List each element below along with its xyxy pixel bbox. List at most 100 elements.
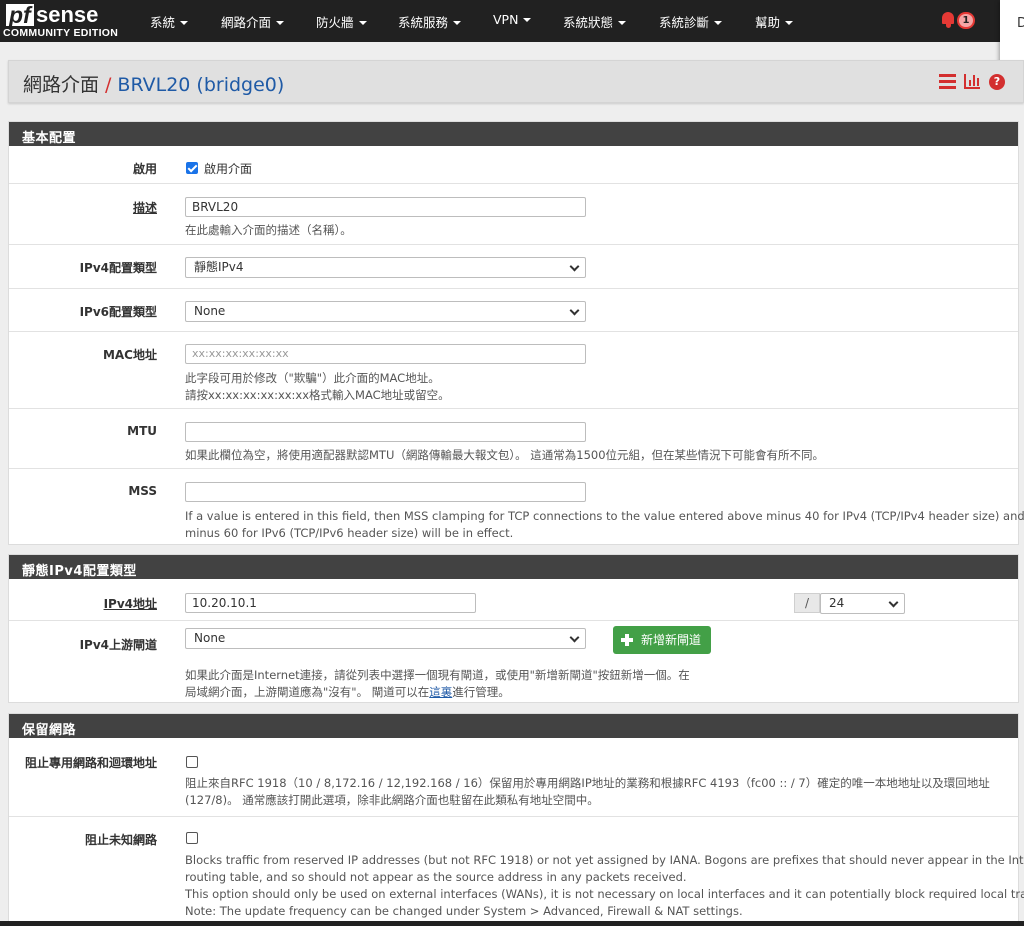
nav-label: VPN: [493, 12, 519, 27]
notifications-button[interactable]: 1: [940, 11, 976, 31]
row-ipv6-type: IPv6配置類型 None: [9, 288, 1018, 331]
nav-menu-diagnostics[interactable]: 系統診斷: [659, 12, 723, 31]
description-input[interactable]: BRVL20: [185, 197, 586, 217]
bell-clapper: [946, 24, 951, 28]
gateway-select[interactable]: None: [185, 628, 586, 649]
block-bogon-help: This option should only be used on exter…: [185, 887, 1024, 901]
nav-label: 系統狀態: [563, 15, 614, 30]
chevron-down-icon: [888, 597, 899, 608]
caret-down-icon: [714, 21, 723, 25]
nav-menu-status[interactable]: 系統狀態: [563, 12, 627, 31]
logo-sense: sense: [36, 2, 99, 27]
mac-help: 請按xx:xx:xx:xx:xx:xx格式輸入MAC地址或留空。: [185, 388, 450, 402]
caret-down-icon: [276, 21, 285, 25]
cidr-separator: /: [794, 593, 820, 613]
block-private-checkbox[interactable]: [186, 756, 198, 768]
chevron-down-icon: [569, 305, 580, 316]
nav-label: 系統服務: [398, 15, 449, 30]
panel-static-ipv4: 靜態IPv4配置類型 IPv4地址 10.20.10.1 / 24 IPv4上游…: [8, 554, 1019, 703]
mss-help: minus 60 for IPv6 (TCP/IPv6 header size)…: [185, 526, 514, 540]
chevron-down-icon: [569, 261, 580, 272]
panel-basic-config: 基本配置 啟用 啟用介面 描述 BRVL20 在此處輸入介面的描述（名稱）。 I…: [8, 121, 1024, 546]
mtu-input[interactable]: [185, 422, 586, 442]
notification-count-badge: 1: [957, 12, 975, 29]
mac-input[interactable]: xx:xx:xx:xx:xx:xx: [185, 344, 586, 364]
panel-title: 靜態IPv4配置類型: [9, 555, 1018, 579]
nav-menu-interfaces[interactable]: 網路介面: [221, 12, 285, 31]
row-ipv4-address: IPv4地址 10.20.10.1 / 24: [9, 579, 1018, 620]
panel-title: 基本配置: [9, 122, 1018, 146]
row-description: 描述 BRVL20 在此處輸入介面的描述（名稱）。: [9, 183, 1018, 244]
cidr-select[interactable]: 24: [820, 593, 905, 614]
field-label: 阻止專用網路和迴環地址: [24, 756, 157, 770]
select-value: None: [194, 631, 226, 645]
field-label: IPv4配置類型: [79, 261, 157, 275]
breadcrumb-bar: 網路介面 / BRVL20 (bridge0) ?: [8, 60, 1024, 103]
field-label: 阻止未知網路: [84, 833, 157, 847]
row-mtu: MTU 如果此欄位為空，將使用適配器默認MTU（網路傳輸最大報文包）。 這通常為…: [9, 408, 1018, 468]
caret-down-icon: [358, 21, 367, 25]
panel-reserved-networks: 保留網路 阻止專用網路和迴環地址 阻止來自RFC 1918（10 / 8,172…: [8, 713, 1024, 926]
nav-menu-vpn[interactable]: VPN: [493, 12, 532, 27]
block-private-help: (127/8)。 通常應該打開此選項，除非此網路介面也駐留在此類私有地址空間中。: [185, 793, 599, 807]
field-label: IPv4地址: [103, 597, 157, 611]
ipv4-type-select[interactable]: 靜態IPv4: [185, 257, 586, 278]
help-text: 局域網介面，上游閘道應為"沒有"。 閘道可以在: [185, 685, 430, 699]
nav-menu-firewall[interactable]: 防火牆: [316, 12, 367, 31]
panel-title: 保留網路: [9, 714, 1018, 738]
mss-input[interactable]: [185, 482, 586, 502]
field-label: MSS: [128, 484, 157, 498]
bar-chart-icon[interactable]: [964, 74, 980, 89]
block-bogon-help: routing table, and so should not appear …: [185, 870, 687, 884]
row-mss: MSS If a value is entered in this field,…: [9, 468, 1024, 546]
field-label: MTU: [127, 424, 157, 438]
popup-text: D: [1017, 16, 1024, 31]
nav-label: 網路介面: [221, 15, 272, 30]
nav-menu-system[interactable]: 系統: [150, 12, 189, 31]
enable-checkbox[interactable]: [186, 162, 198, 174]
row-enable: 啟用 啟用介面: [9, 146, 1018, 183]
help-icon[interactable]: ?: [989, 74, 1005, 90]
chevron-down-icon: [569, 632, 580, 643]
top-navbar: pf sense COMMUNITY EDITION 系統 網路介面 防火牆 系…: [0, 0, 1024, 42]
mac-help: 此字段可用於修改（"欺騙"）此介面的MAC地址。: [185, 371, 440, 385]
block-bogon-help: Note: The update frequency can be change…: [185, 904, 743, 918]
ipv4-address-input[interactable]: 10.20.10.1: [185, 593, 476, 613]
description-help: 在此處輸入介面的描述（名稱）。: [185, 223, 352, 237]
bell-icon: [942, 12, 954, 24]
block-bogon-help: Blocks traffic from reserved IP addresse…: [185, 853, 1024, 867]
ipv6-type-select[interactable]: None: [185, 301, 586, 322]
caret-down-icon: [785, 21, 794, 25]
enable-checkbox-label[interactable]: 啟用介面: [204, 160, 252, 177]
help-text: 進行管理。: [452, 685, 510, 699]
plus-icon: [621, 634, 633, 646]
gateway-manage-link[interactable]: 這裏: [429, 685, 452, 699]
field-label: 啟用: [132, 162, 157, 176]
sliders-icon[interactable]: [939, 74, 956, 89]
field-label: 描述: [132, 201, 157, 215]
nav-label: 系統: [150, 15, 176, 30]
row-mac: MAC地址 xx:xx:xx:xx:xx:xx 此字段可用於修改（"欺騙"）此介…: [9, 331, 1018, 408]
breadcrumb-current[interactable]: BRVL20 (bridge0): [117, 74, 284, 96]
select-value: 靜態IPv4: [194, 260, 244, 274]
row-gateway: IPv4上游閘道 None 新增新閘道 如果此介面是Internet連接，請從列…: [9, 620, 1018, 704]
mtu-help: 如果此欄位為空，將使用適配器默認MTU（網路傳輸最大報文包）。 這通常為1500…: [185, 448, 825, 462]
add-gateway-button[interactable]: 新增新閘道: [613, 626, 712, 654]
row-block-private: 阻止專用網路和迴環地址 阻止來自RFC 1918（10 / 8,172.16 /…: [9, 738, 1018, 816]
nav-menu-services[interactable]: 系統服務: [398, 12, 462, 31]
block-private-help: 阻止來自RFC 1918（10 / 8,172.16 / 12,192.168 …: [185, 776, 990, 790]
pfsense-logo[interactable]: pf sense COMMUNITY EDITION: [3, 4, 129, 40]
field-label: MAC地址: [102, 348, 157, 362]
caret-down-icon: [523, 18, 532, 22]
nav-label: 幫助: [755, 15, 781, 30]
breadcrumb-section[interactable]: 網路介面: [23, 74, 99, 96]
select-value: None: [194, 304, 226, 318]
gateway-help-line2: 局域網介面，上游閘道應為"沒有"。 閘道可以在這裏進行管理。: [185, 684, 510, 701]
bottom-edge-bar: [0, 921, 1024, 926]
select-value: 24: [829, 596, 845, 610]
block-bogon-checkbox[interactable]: [186, 832, 198, 844]
row-ipv4-type: IPv4配置類型 靜態IPv4: [9, 244, 1018, 288]
logo-edition: COMMUNITY EDITION: [3, 27, 119, 39]
breadcrumb-separator: /: [105, 74, 112, 96]
nav-menu-help[interactable]: 幫助: [755, 12, 794, 31]
